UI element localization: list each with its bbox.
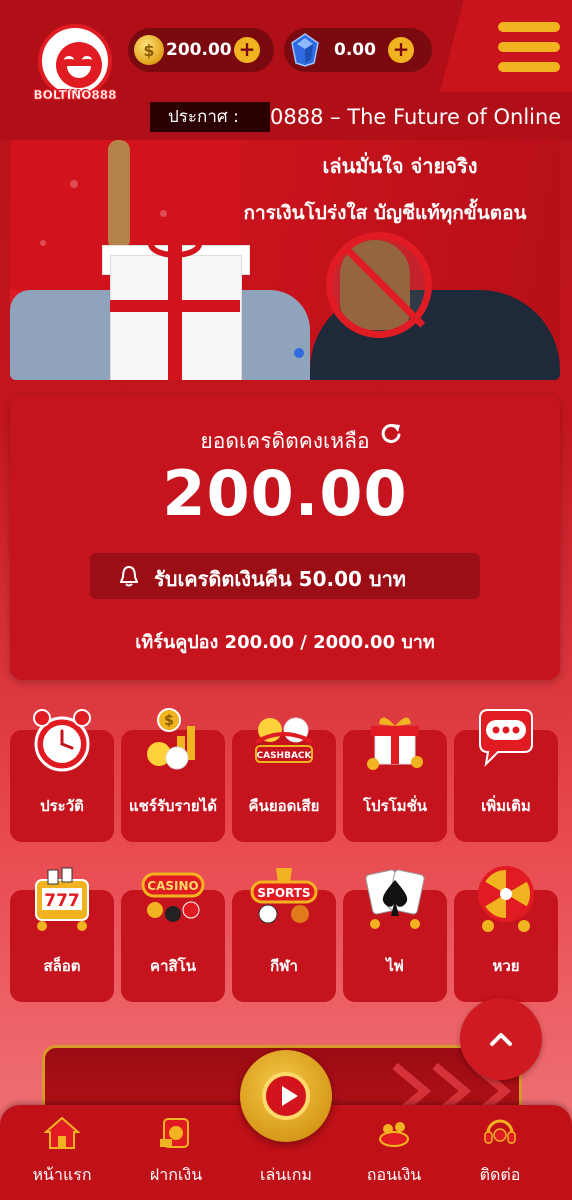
play-triangle bbox=[282, 1086, 298, 1106]
withdraw-icon bbox=[379, 1122, 409, 1147]
play-game-button[interactable] bbox=[240, 1050, 332, 1142]
logo-text: BOLTINO888 bbox=[33, 88, 117, 102]
tile-casino[interactable]: CASINO คาสิโน bbox=[121, 872, 225, 1002]
tile-label: ประวัติ bbox=[40, 797, 84, 815]
chat-bubble-icon bbox=[479, 709, 533, 767]
credit-amount: 200.00 bbox=[162, 457, 408, 530]
announcement-marquee: 0888 – The Future of Online bbox=[270, 105, 562, 129]
logo-eye-left bbox=[64, 56, 74, 64]
menu-bar bbox=[498, 42, 560, 52]
sweater-dot bbox=[70, 180, 78, 188]
nav-label: เล่นเกม bbox=[260, 1165, 312, 1184]
promo-banner[interactable]: เล่นมั่นใจ จ่ายจริง การเงินโปร่งใส บัญชี… bbox=[10, 140, 560, 380]
share-income-icon: $ bbox=[147, 708, 195, 770]
gift-bow bbox=[148, 230, 202, 258]
coin-wallet[interactable]: $ 200.00 + bbox=[128, 28, 274, 72]
tile-cards[interactable]: ไพ่ bbox=[343, 869, 447, 1002]
tile-label: เพิ่มเติม bbox=[481, 797, 531, 815]
bell-icon bbox=[120, 565, 138, 587]
cashback-icon: CASHBACK bbox=[255, 717, 313, 763]
chevron-up-icon bbox=[490, 1033, 512, 1046]
gem-wallet[interactable]: 0.00 + bbox=[284, 28, 432, 72]
brand-logo[interactable]: BOLTINO888 bbox=[30, 22, 120, 112]
sports-badge-text: SPORTS bbox=[257, 886, 310, 900]
logo-disc bbox=[38, 24, 112, 98]
alarm-clock-icon bbox=[33, 709, 91, 772]
logo-mouth bbox=[67, 66, 91, 78]
nav-label: หน้าแรก bbox=[32, 1165, 92, 1184]
tile-label: โปรโมชั่น bbox=[362, 797, 427, 815]
svg-text:$: $ bbox=[164, 713, 174, 729]
home-icon bbox=[44, 1116, 80, 1149]
tile-label: กีฬา bbox=[270, 957, 298, 975]
slot-badge-text: 777 bbox=[44, 891, 80, 911]
coin-icon: $ bbox=[134, 35, 164, 65]
tile-more[interactable]: เพิ่มเติม bbox=[454, 709, 558, 842]
credit-label: ยอดเครดิตคงเหลือ bbox=[200, 429, 370, 453]
coupon-turnover-text: เทิร์นคูปอง 200.00 / 2000.00 บาท bbox=[135, 632, 435, 653]
tile-promotion[interactable]: โปรโมชั่น bbox=[343, 717, 447, 842]
tile-affiliate[interactable]: $ แชร์รับรายได้ bbox=[121, 708, 225, 842]
logo-face bbox=[56, 42, 102, 88]
add-gem-button[interactable]: + bbox=[388, 37, 414, 63]
nav-deposit[interactable]: ฝากเงิน bbox=[126, 1105, 226, 1200]
banner-headline: เล่นมั่นใจ จ่ายจริง bbox=[322, 154, 478, 178]
nav-label: ติดต่อ bbox=[479, 1165, 521, 1184]
banner-subheadline: การเงินโปร่งใส บัญชีแท้ทุกขั้นตอน bbox=[243, 202, 527, 224]
gift-ribbon bbox=[168, 245, 182, 380]
contact-icon bbox=[484, 1119, 516, 1144]
gift-ribbon bbox=[110, 300, 240, 312]
play-icon bbox=[262, 1072, 310, 1120]
cashback-button[interactable]: รับเครดิตเงินคืน 50.00 บาท bbox=[90, 553, 480, 599]
coin-balance: 200.00 bbox=[166, 40, 232, 60]
menu-bar bbox=[498, 22, 560, 32]
cashback-text: รับเครดิตเงินคืน 50.00 บาท bbox=[154, 567, 406, 591]
gem-icon bbox=[291, 33, 319, 67]
hamburger-menu-icon[interactable] bbox=[498, 22, 560, 72]
tile-slot[interactable]: 777 สล็อต bbox=[10, 867, 114, 1002]
casino-icon: CASINO bbox=[141, 872, 205, 922]
gem-balance: 0.00 bbox=[334, 40, 376, 60]
scroll-to-top-button[interactable] bbox=[460, 998, 542, 1080]
top-header: BOLTINO888 $ 200.00 + 0.00 + ประกาศ : 08… bbox=[0, 0, 572, 140]
tile-label: หวย bbox=[492, 957, 520, 975]
playing-cards-icon bbox=[365, 869, 425, 929]
deposit-icon bbox=[160, 1118, 189, 1148]
sweater-dot bbox=[160, 210, 167, 217]
tile-history[interactable]: ประวัติ bbox=[10, 709, 114, 842]
nav-label: ถอนเงิน bbox=[366, 1165, 422, 1184]
casino-badge-text: CASINO bbox=[147, 879, 198, 893]
sports-icon: SPORTS bbox=[250, 868, 318, 924]
prohibited-slash bbox=[343, 246, 426, 328]
tile-cashback[interactable]: CASHBACK คืนยอดเสีย bbox=[232, 717, 336, 842]
nav-withdraw[interactable]: ถอนเงิน bbox=[344, 1105, 444, 1200]
announcement-label: ประกาศ : bbox=[150, 102, 270, 132]
nav-home[interactable]: หน้าแรก bbox=[12, 1105, 112, 1200]
gift-icon bbox=[367, 717, 423, 770]
cashback-badge-text: CASHBACK bbox=[257, 751, 313, 761]
tile-label: คืนยอดเสีย bbox=[248, 797, 320, 815]
nav-label: ฝากเงิน bbox=[149, 1165, 203, 1184]
tile-lottery[interactable]: หวย bbox=[454, 866, 558, 1002]
credit-balance-card: ยอดเครดิตคงเหลือ 200.00 รับเครดิตเงินคืน… bbox=[10, 395, 560, 680]
tile-label: สล็อต bbox=[43, 957, 81, 975]
prohibited-icon bbox=[326, 232, 432, 338]
tile-sports[interactable]: SPORTS กีฬา bbox=[232, 868, 336, 1002]
add-coin-button[interactable]: + bbox=[234, 37, 260, 63]
sweater-dot bbox=[40, 240, 46, 246]
tile-label: ไพ่ bbox=[386, 957, 404, 975]
tile-label: คาสิโน bbox=[150, 957, 196, 975]
menu-bar bbox=[498, 62, 560, 72]
logo-eye-right bbox=[82, 56, 92, 64]
banner-person-braid bbox=[108, 140, 130, 250]
prize-wheel-icon bbox=[478, 866, 534, 932]
refresh-icon[interactable] bbox=[378, 421, 404, 447]
slot-machine-icon: 777 bbox=[35, 867, 89, 931]
nav-contact[interactable]: ติดต่อ bbox=[450, 1105, 550, 1200]
carousel-dot[interactable] bbox=[294, 348, 304, 358]
tile-label: แชร์รับรายได้ bbox=[128, 797, 218, 815]
